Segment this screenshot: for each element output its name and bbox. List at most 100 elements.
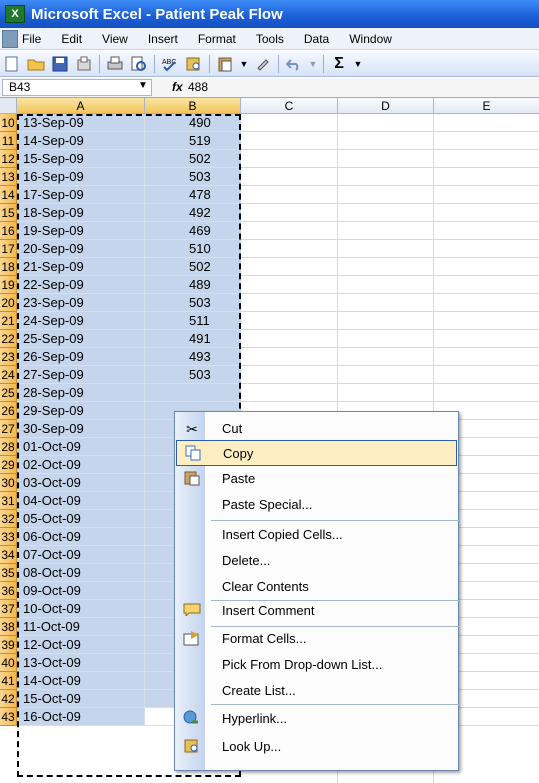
row-header[interactable]: 43	[0, 708, 17, 726]
chevron-down-icon[interactable]: ▼	[239, 54, 249, 74]
context-menu-label: Pick From Drop-down List...	[222, 657, 383, 672]
format-painter-icon[interactable]	[253, 54, 273, 74]
menu-tools[interactable]: Tools	[256, 32, 284, 46]
autosum-icon[interactable]: Σ	[329, 54, 349, 74]
row-header[interactable]: 19	[0, 276, 17, 294]
row-header[interactable]: 10	[0, 114, 17, 132]
menu-window[interactable]: Window	[349, 32, 392, 46]
context-menu-delete[interactable]: Delete...	[176, 548, 457, 574]
row-header[interactable]: 15	[0, 204, 17, 222]
research-icon[interactable]	[184, 54, 204, 74]
row-header[interactable]: 42	[0, 690, 17, 708]
column-header-e[interactable]: E	[434, 98, 539, 114]
row-header[interactable]: 13	[0, 168, 17, 186]
toolbar-separator	[99, 54, 100, 73]
paste-toolbar-icon[interactable]	[215, 54, 235, 74]
context-menu-hyperlink[interactable]: Hyperlink...	[176, 706, 457, 732]
row-header[interactable]: 20	[0, 294, 17, 312]
row-header[interactable]: 29	[0, 456, 17, 474]
toolbar-separator	[154, 54, 155, 73]
row-header[interactable]: 21	[0, 312, 17, 330]
permission-icon[interactable]	[74, 54, 94, 74]
row-header[interactable]: 38	[0, 618, 17, 636]
row-header[interactable]: 41	[0, 672, 17, 690]
grid-line	[241, 311, 539, 312]
menu-insert[interactable]: Insert	[148, 32, 178, 46]
fx-icon[interactable]: fx	[172, 80, 183, 94]
row-header[interactable]: 31	[0, 492, 17, 510]
chevron-down-icon[interactable]: ▼	[138, 80, 148, 91]
row-header[interactable]: 40	[0, 654, 17, 672]
grid-line	[241, 257, 539, 258]
print-icon[interactable]	[105, 54, 125, 74]
window-title: Microsoft Excel - Patient Peak Flow	[31, 5, 283, 23]
row-header[interactable]: 11	[0, 132, 17, 150]
row-header[interactable]: 39	[0, 636, 17, 654]
context-menu-create-list[interactable]: Create List...	[176, 678, 457, 704]
column-header-d[interactable]: D	[338, 98, 434, 114]
row-header[interactable]: 24	[0, 366, 17, 384]
column-header-a[interactable]: A	[17, 98, 145, 114]
row-header[interactable]: 17	[0, 240, 17, 258]
context-menu-pick-from-list[interactable]: Pick From Drop-down List...	[176, 652, 457, 678]
context-menu-paste-special[interactable]: Paste Special...	[176, 492, 457, 518]
row-header[interactable]: 36	[0, 582, 17, 600]
menu-file[interactable]: File	[22, 32, 41, 46]
chevron-down-icon[interactable]: ▼	[308, 54, 318, 74]
new-icon[interactable]	[2, 54, 22, 74]
context-menu-format-cells[interactable]: Format Cells...	[176, 626, 457, 652]
context-menu-label: Cut	[222, 421, 243, 436]
workbook-icon[interactable]	[2, 29, 18, 48]
context-menu-clear-contents[interactable]: Clear Contents	[176, 574, 457, 600]
row-header[interactable]: 25	[0, 384, 17, 402]
select-all-corner[interactable]	[0, 98, 17, 114]
menu-view[interactable]: View	[102, 32, 128, 46]
chevron-down-icon[interactable]: ▼	[353, 54, 363, 74]
grid-line	[241, 383, 539, 384]
formula-input[interactable]: 488	[188, 80, 208, 94]
context-menu-paste[interactable]: Paste	[176, 466, 457, 492]
standard-toolbar: ABC ▼ ▼ Σ ▼	[0, 51, 539, 77]
open-icon[interactable]	[26, 54, 46, 74]
row-header[interactable]: 27	[0, 420, 17, 438]
context-menu-insert-comment[interactable]: Insert Comment	[176, 598, 457, 624]
column-header-c[interactable]: C	[241, 98, 338, 114]
name-box[interactable]: B43	[2, 79, 152, 96]
row-header[interactable]: 12	[0, 150, 17, 168]
toolbar-separator	[209, 54, 210, 73]
row-header[interactable]: 22	[0, 330, 17, 348]
context-menu-copy[interactable]: Copy	[176, 440, 457, 466]
row-header[interactable]: 14	[0, 186, 17, 204]
excel-app-icon[interactable]: X	[5, 5, 25, 23]
toolbar-separator	[323, 54, 324, 73]
undo-icon[interactable]	[284, 54, 304, 74]
context-menu-label: Hyperlink...	[222, 711, 288, 726]
context-menu-look-up[interactable]: Look Up...	[176, 734, 457, 760]
context-menu-cut[interactable]: ✂ Cut	[176, 416, 457, 442]
save-icon[interactable]	[50, 54, 70, 74]
row-header[interactable]: 28	[0, 438, 17, 456]
print-preview-icon[interactable]	[129, 54, 149, 74]
spelling-icon[interactable]: ABC	[160, 54, 180, 74]
row-header[interactable]: 30	[0, 474, 17, 492]
row-header[interactable]: 16	[0, 222, 17, 240]
column-header-b[interactable]: B	[145, 98, 241, 114]
row-header[interactable]: 32	[0, 510, 17, 528]
grid-line	[241, 167, 539, 168]
row-header[interactable]: 23	[0, 348, 17, 366]
grid-line	[241, 275, 539, 276]
context-menu-label: Copy	[223, 446, 254, 461]
row-header[interactable]: 34	[0, 546, 17, 564]
menu-data[interactable]: Data	[304, 32, 329, 46]
row-header[interactable]: 35	[0, 564, 17, 582]
grid-line	[241, 131, 539, 132]
row-header[interactable]: 33	[0, 528, 17, 546]
menu-format[interactable]: Format	[198, 32, 236, 46]
menu-edit[interactable]: Edit	[61, 32, 82, 46]
hyperlink-icon	[183, 710, 201, 728]
row-header[interactable]: 18	[0, 258, 17, 276]
context-menu-insert-copied-cells[interactable]: Insert Copied Cells...	[176, 522, 457, 548]
context-menu-label: Insert Comment	[222, 603, 315, 618]
row-header[interactable]: 26	[0, 402, 17, 420]
row-header[interactable]: 37	[0, 600, 17, 618]
